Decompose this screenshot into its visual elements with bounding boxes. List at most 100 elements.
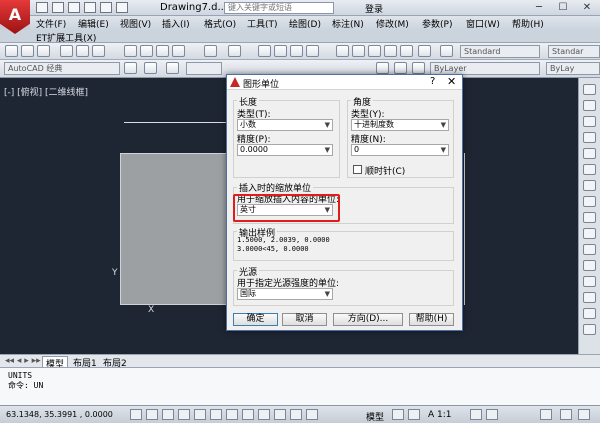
print-icon[interactable] <box>84 2 96 13</box>
menu-parametric[interactable]: 参数(P) <box>422 17 452 30</box>
osnap-icon[interactable] <box>194 409 206 420</box>
new-icon[interactable] <box>5 45 18 57</box>
text-style-icon[interactable] <box>440 45 453 57</box>
offset-icon[interactable] <box>583 132 596 143</box>
zoom-realtime-icon[interactable] <box>274 45 287 57</box>
layer-select[interactable] <box>186 62 222 75</box>
command-prompt[interactable]: 命令: UN <box>8 381 592 391</box>
length-precision-select[interactable]: 0.0000 ▼ <box>237 144 333 156</box>
markup-icon[interactable] <box>400 45 413 57</box>
layer-previous-icon[interactable] <box>376 62 389 74</box>
undo-icon[interactable] <box>100 2 112 13</box>
otrack-icon[interactable] <box>210 409 222 420</box>
angle-precision-select[interactable]: 0 ▼ <box>351 144 449 156</box>
quick-view-layouts-icon[interactable] <box>392 409 404 420</box>
menu-tools[interactable]: 工具(T) <box>247 17 278 30</box>
redo-toolbar-icon[interactable] <box>228 45 241 57</box>
stretch-icon[interactable] <box>583 212 596 223</box>
print-toolbar-icon[interactable] <box>60 45 73 57</box>
design-center-icon[interactable] <box>352 45 365 57</box>
open-file-icon[interactable] <box>52 2 64 13</box>
new-file-icon[interactable] <box>36 2 48 13</box>
publish-icon[interactable] <box>92 45 105 57</box>
dyn-icon[interactable] <box>242 409 254 420</box>
help-toolbar-icon[interactable] <box>418 45 431 57</box>
clockwise-checkbox[interactable] <box>353 165 362 174</box>
match-properties-icon[interactable] <box>172 45 185 57</box>
sheet-set-icon[interactable] <box>384 45 397 57</box>
extend-icon[interactable] <box>583 244 596 255</box>
length-type-select[interactable]: 小数 ▼ <box>237 119 333 131</box>
quick-view-drawings-icon[interactable] <box>408 409 420 420</box>
tab-nav-arrows[interactable]: ◂◂ ◂ ▸ ▸▸ <box>2 356 44 366</box>
drawn-rectangle[interactable] <box>120 153 228 305</box>
menu-edit[interactable]: 编辑(E) <box>78 17 109 30</box>
annotation-visibility-icon[interactable] <box>470 409 482 420</box>
ortho-icon[interactable] <box>162 409 174 420</box>
login-link[interactable]: 登录 <box>365 2 383 15</box>
zoom-window-icon[interactable] <box>290 45 303 57</box>
viewport-label[interactable]: [-] [俯视] [二维线框] <box>4 85 88 98</box>
fillet-icon[interactable] <box>583 308 596 319</box>
direction-button[interactable]: 方向(D)... <box>333 313 403 326</box>
chamfer-icon[interactable] <box>583 292 596 303</box>
menu-draw[interactable]: 绘图(D) <box>289 17 321 30</box>
save-toolbar-icon[interactable] <box>37 45 50 57</box>
menu-file[interactable]: 文件(F) <box>36 17 66 30</box>
layer-manager-icon[interactable] <box>144 62 157 74</box>
ok-button[interactable]: 确定 <box>233 313 278 326</box>
minimize-button[interactable]: ─ <box>528 0 550 15</box>
cut-icon[interactable] <box>124 45 137 57</box>
help-icon[interactable]: ? <box>430 76 435 87</box>
menu-format[interactable]: 格式(O) <box>204 17 236 30</box>
mirror-icon[interactable] <box>583 116 596 127</box>
close-icon[interactable]: ✕ <box>447 75 456 88</box>
grid-icon[interactable] <box>146 409 158 420</box>
undo-toolbar-icon[interactable] <box>204 45 217 57</box>
quick-properties-icon[interactable] <box>290 409 302 420</box>
layer-isolate-icon[interactable] <box>412 62 425 74</box>
trim-icon[interactable] <box>583 228 596 239</box>
close-button[interactable]: ✕ <box>576 0 598 15</box>
lock-icon[interactable] <box>560 409 572 420</box>
transparency-icon[interactable] <box>274 409 286 420</box>
break-icon[interactable] <box>583 260 596 271</box>
ducs-icon[interactable] <box>226 409 238 420</box>
autocad-logo-icon[interactable]: A <box>0 0 30 34</box>
menu-window[interactable]: 窗口(W) <box>466 17 500 30</box>
help-button[interactable]: 帮助(H) <box>409 313 454 326</box>
erase-icon[interactable] <box>583 84 596 95</box>
workspace-settings-icon[interactable] <box>124 62 137 74</box>
lineweight-icon[interactable] <box>258 409 270 420</box>
copy-icon[interactable] <box>140 45 153 57</box>
layer-state-icon[interactable] <box>166 62 179 74</box>
preview-icon[interactable] <box>76 45 89 57</box>
save-icon[interactable] <box>68 2 80 13</box>
annotation-scale[interactable]: A 1:1 <box>428 410 452 420</box>
search-input[interactable]: 键入关键字或短语 <box>224 2 334 14</box>
menu-view[interactable]: 视图(V) <box>120 17 151 30</box>
linetype-select[interactable]: ByLay <box>546 62 600 75</box>
menu-insert[interactable]: 插入(I) <box>162 17 190 30</box>
tool-palettes-icon[interactable] <box>368 45 381 57</box>
command-line[interactable]: UNITS 命令: UN <box>0 367 600 405</box>
snap-icon[interactable] <box>130 409 142 420</box>
rotate-icon[interactable] <box>583 180 596 191</box>
paste-icon[interactable] <box>156 45 169 57</box>
model-space-toggle[interactable]: 模型 <box>366 410 384 423</box>
redo-icon[interactable] <box>116 2 128 13</box>
polar-icon[interactable] <box>178 409 190 420</box>
open-icon[interactable] <box>21 45 34 57</box>
menu-dimension[interactable]: 标注(N) <box>332 17 364 30</box>
zoom-previous-icon[interactable] <box>306 45 319 57</box>
restore-button[interactable]: ☐ <box>552 0 574 15</box>
clean-screen-icon[interactable] <box>578 409 590 420</box>
workspace-select[interactable]: AutoCAD 经典 <box>4 62 120 75</box>
auto-scale-icon[interactable] <box>486 409 498 420</box>
make-current-icon[interactable] <box>394 62 407 74</box>
menu-modify[interactable]: 修改(M) <box>376 17 409 30</box>
scale-icon[interactable] <box>583 196 596 207</box>
move-icon[interactable] <box>583 164 596 175</box>
dim-style-select[interactable]: Standar <box>548 45 600 58</box>
text-style-select[interactable]: Standard <box>460 45 540 58</box>
